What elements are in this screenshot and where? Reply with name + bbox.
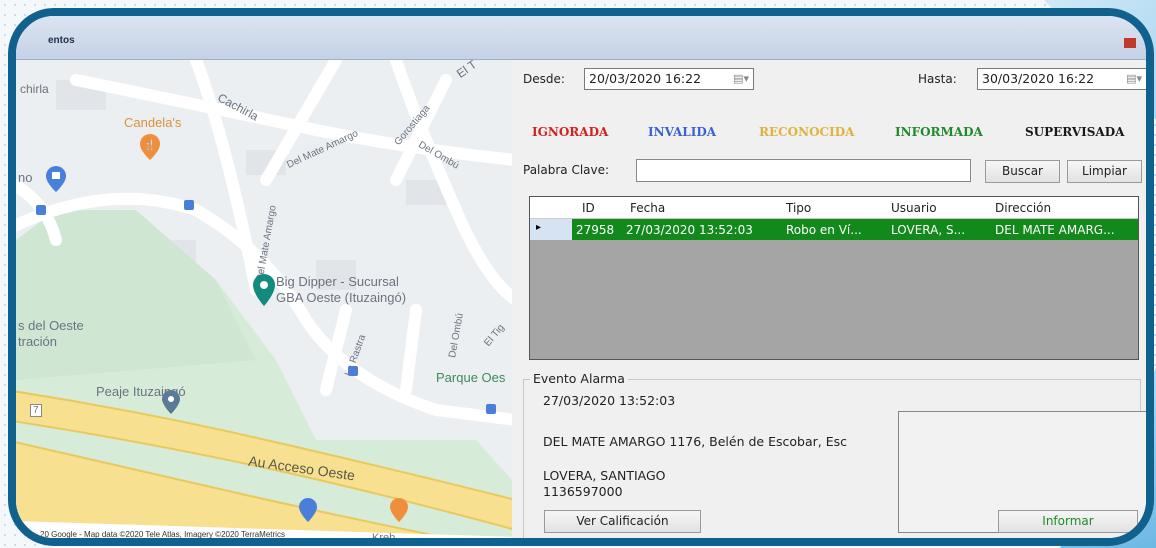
table-row[interactable]: ▸ 27958 27/03/2020 13:52:03 Robo en Ví..… [530, 219, 1138, 240]
desde-value: 20/03/2020 16:22 [589, 71, 702, 86]
close-icon[interactable] [1124, 38, 1136, 48]
row-selector[interactable]: ▸ [530, 219, 572, 240]
keyword-label: Palabra Clave: [523, 163, 610, 177]
cell-id: 27958 [576, 223, 615, 237]
map-view[interactable]: chirla Cachirla Candela's El T Del Mate … [16, 60, 512, 546]
status-reconocida[interactable]: RECONOCIDA [759, 125, 854, 139]
column-header-id[interactable]: ID [582, 201, 595, 215]
cell-usuario: LOVERA, S... [891, 223, 966, 237]
status-informada[interactable]: INFORMADA [895, 125, 983, 139]
status-supervisada[interactable]: SUPERVISADA [1025, 125, 1124, 139]
location-pin-icon[interactable] [253, 274, 275, 306]
map-label: GBA Oeste (Ituzaingó) [276, 290, 407, 305]
map-label: s del Oeste [18, 318, 84, 333]
column-header-direccion[interactable]: Dirección [995, 201, 1051, 215]
hasta-value: 30/03/2020 16:22 [982, 71, 1095, 86]
shop-pin-icon[interactable] [299, 498, 317, 522]
cell-tipo: Robo en Ví... [786, 223, 862, 237]
map-label: Kreb [372, 532, 396, 544]
bus-stop-icon[interactable] [36, 205, 46, 215]
restaurant-pin-icon[interactable]: 🍴 [140, 134, 160, 160]
toll-pin-icon[interactable] [162, 390, 180, 414]
evento-fecha: 27/03/2020 13:52:03 [543, 393, 676, 408]
column-header-tipo[interactable]: Tipo [786, 201, 811, 215]
title-bar: entos [16, 16, 1146, 60]
map-label: Parque Oes [436, 370, 506, 385]
map-label: Candela's [124, 115, 182, 130]
row-indicator-icon: ▸ [536, 222, 542, 233]
buscar-button[interactable]: Buscar [985, 160, 1060, 183]
evento-direccion: DEL MATE AMARGO 1176, Belén de Escobar, … [543, 434, 847, 449]
keyword-input[interactable] [636, 159, 971, 182]
calendar-dropdown-icon[interactable]: ▤▾ [1126, 72, 1142, 85]
cell-fecha: 27/03/2020 13:52:03 [626, 223, 753, 237]
column-header-usuario[interactable]: Usuario [891, 201, 937, 215]
desde-datepicker[interactable]: 20/03/2020 16:22 ▤▾ [584, 68, 754, 90]
limpiar-button[interactable]: Limpiar [1067, 160, 1142, 183]
cell-direccion: DEL MATE AMARG... [995, 223, 1115, 237]
hasta-label: Hasta: [918, 72, 957, 86]
column-header-fecha[interactable]: Fecha [630, 201, 665, 215]
alarm-panel: Desde: 20/03/2020 16:22 ▤▾ Hasta: 30/03/… [512, 60, 1146, 538]
svg-text:🍴: 🍴 [144, 138, 156, 151]
bus-stop-icon[interactable] [486, 404, 496, 414]
desde-label: Desde: [523, 72, 565, 86]
restaurant-pin-icon[interactable] [390, 498, 408, 522]
events-table[interactable]: ID Fecha Tipo Usuario Dirección ▸ 27958 … [529, 196, 1139, 360]
calendar-dropdown-icon[interactable]: ▤▾ [733, 72, 749, 85]
route-shield: 7 [30, 404, 42, 417]
map-label: no [18, 170, 33, 185]
map-label: tración [18, 334, 58, 349]
window-frame: entos chirla Cachirla Candela's El T Del… [8, 8, 1154, 546]
informar-button[interactable]: Informar [998, 510, 1138, 533]
hasta-datepicker[interactable]: 30/03/2020 16:22 ▤▾ [977, 68, 1146, 90]
status-invalida[interactable]: INVALIDA [648, 125, 716, 139]
ver-calificacion-button[interactable]: Ver Calificación [544, 510, 701, 533]
map-label: Big Dipper - Sucursal [276, 274, 399, 289]
evento-usuario: LOVERA, SANTIAGO [543, 468, 666, 483]
status-legend: IGNORADA INVALIDA RECONOCIDA INFORMADA S… [512, 118, 1146, 148]
shop-pin-icon[interactable] [46, 166, 66, 192]
window-title: entos [48, 35, 75, 46]
bus-stop-icon[interactable] [348, 366, 358, 376]
map-label: taña De La Luz [36, 538, 118, 546]
map-label: chirla [20, 82, 49, 96]
status-ignorada[interactable]: IGNORADA [532, 125, 608, 139]
evento-telefono: 1136597000 [543, 484, 623, 499]
evento-alarma-legend: Evento Alarma [530, 371, 628, 386]
bus-stop-icon[interactable] [184, 200, 194, 210]
table-header: ID Fecha Tipo Usuario Dirección [530, 197, 1138, 219]
evento-direccion-wrap: DEL MATE AMARGO 1176, Belén de Escobar, … [543, 434, 898, 452]
